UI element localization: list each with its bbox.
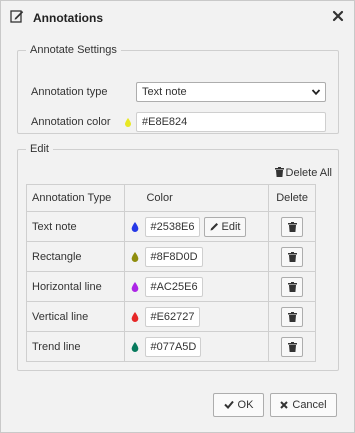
color-hex-field[interactable]: #AC25E6 bbox=[145, 276, 203, 297]
delete-row-button[interactable] bbox=[281, 306, 304, 327]
table-row: Vertical line #E62727 bbox=[25, 301, 316, 332]
edit-button[interactable]: Edit bbox=[203, 216, 247, 237]
color-hex-field[interactable]: #2538E6 bbox=[145, 216, 200, 237]
delete-all-button[interactable]: Delete All bbox=[274, 167, 332, 179]
dialog-titlebar: Annotations bbox=[1, 1, 354, 35]
pencil-icon bbox=[210, 222, 218, 230]
annotations-dialog: Annotations Annotate Settings Annotation… bbox=[0, 0, 355, 433]
color-drop-icon bbox=[125, 118, 131, 127]
trash-icon bbox=[288, 341, 298, 352]
cancel-button[interactable]: Cancel bbox=[270, 393, 337, 417]
delete-row-button[interactable] bbox=[281, 276, 304, 297]
annotation-type-cell: Horizontal line bbox=[25, 271, 126, 302]
close-icon[interactable] bbox=[332, 10, 344, 22]
annotation-type-cell: Trend line bbox=[25, 331, 126, 362]
trash-icon bbox=[288, 281, 298, 292]
delete-cell bbox=[268, 331, 316, 362]
delete-row-button[interactable] bbox=[281, 216, 304, 237]
annotations-table: Annotation Type Color Delete Text note #2… bbox=[25, 184, 316, 362]
delete-row-button[interactable] bbox=[281, 246, 304, 267]
color-hex-field[interactable]: #077A5D bbox=[145, 336, 202, 357]
color-drop-icon bbox=[132, 281, 139, 292]
annotation-type-value: Text note bbox=[142, 86, 187, 98]
color-drop-icon bbox=[132, 221, 139, 232]
table-row: Text note #2538E6 Edit bbox=[25, 211, 316, 242]
color-drop-icon bbox=[132, 311, 139, 322]
edit-label: Edit bbox=[221, 220, 241, 233]
color-hex-field[interactable]: #E62727 bbox=[145, 306, 200, 327]
table-row: Trend line #077A5D bbox=[25, 331, 316, 362]
color-cell: #8F8D0D bbox=[124, 241, 270, 272]
annotate-settings-group: Annotate Settings Annotation type Text n… bbox=[17, 44, 339, 134]
color-cell: #AC25E6 bbox=[124, 271, 270, 302]
delete-all-label: Delete All bbox=[285, 167, 332, 179]
ok-button[interactable]: OK bbox=[213, 393, 264, 417]
annotation-type-cell: Vertical line bbox=[25, 301, 126, 332]
color-hex-field[interactable]: #8F8D0D bbox=[145, 246, 203, 267]
trash-icon bbox=[288, 221, 298, 232]
annotation-type-select[interactable]: Text note bbox=[136, 82, 326, 102]
edit-legend: Edit bbox=[30, 143, 49, 155]
header-delete: Delete bbox=[268, 184, 316, 212]
annotation-color-field[interactable]: #E8E824 bbox=[125, 112, 326, 132]
table-row: Rectangle #8F8D0D bbox=[25, 241, 316, 272]
color-drop-icon bbox=[132, 251, 139, 262]
delete-row-button[interactable] bbox=[281, 336, 304, 357]
color-cell: #077A5D bbox=[124, 331, 270, 362]
delete-cell bbox=[268, 301, 316, 332]
color-drop-icon bbox=[132, 341, 139, 352]
color-cell: #E62727 bbox=[124, 301, 270, 332]
check-icon bbox=[223, 400, 234, 409]
delete-cell bbox=[268, 271, 316, 302]
edit-note-icon bbox=[10, 10, 24, 23]
header-color: Color bbox=[124, 184, 270, 212]
annotation-type-cell: Rectangle bbox=[25, 241, 126, 272]
color-cell: #2538E6 Edit bbox=[124, 211, 270, 242]
trash-icon bbox=[288, 251, 298, 262]
dialog-title: Annotations bbox=[33, 11, 103, 25]
annotation-color-label: Annotation color bbox=[31, 116, 111, 128]
delete-cell bbox=[268, 241, 316, 272]
annotation-color-value: #E8E824 bbox=[142, 116, 188, 128]
header-annotation-type: Annotation Type bbox=[25, 184, 126, 212]
ok-label: OK bbox=[237, 399, 254, 411]
delete-cell bbox=[268, 211, 316, 242]
annotation-type-label: Annotation type bbox=[31, 86, 108, 98]
close-icon bbox=[280, 401, 289, 409]
cancel-label: Cancel bbox=[292, 399, 327, 411]
trash-icon bbox=[274, 167, 284, 177]
annotation-type-cell: Text note bbox=[25, 211, 126, 242]
trash-icon bbox=[288, 311, 298, 322]
chevron-down-icon bbox=[311, 89, 321, 96]
annotate-settings-legend: Annotate Settings bbox=[30, 44, 117, 56]
table-header-row: Annotation Type Color Delete bbox=[25, 184, 316, 212]
table-row: Horizontal line #AC25E6 bbox=[25, 271, 316, 302]
